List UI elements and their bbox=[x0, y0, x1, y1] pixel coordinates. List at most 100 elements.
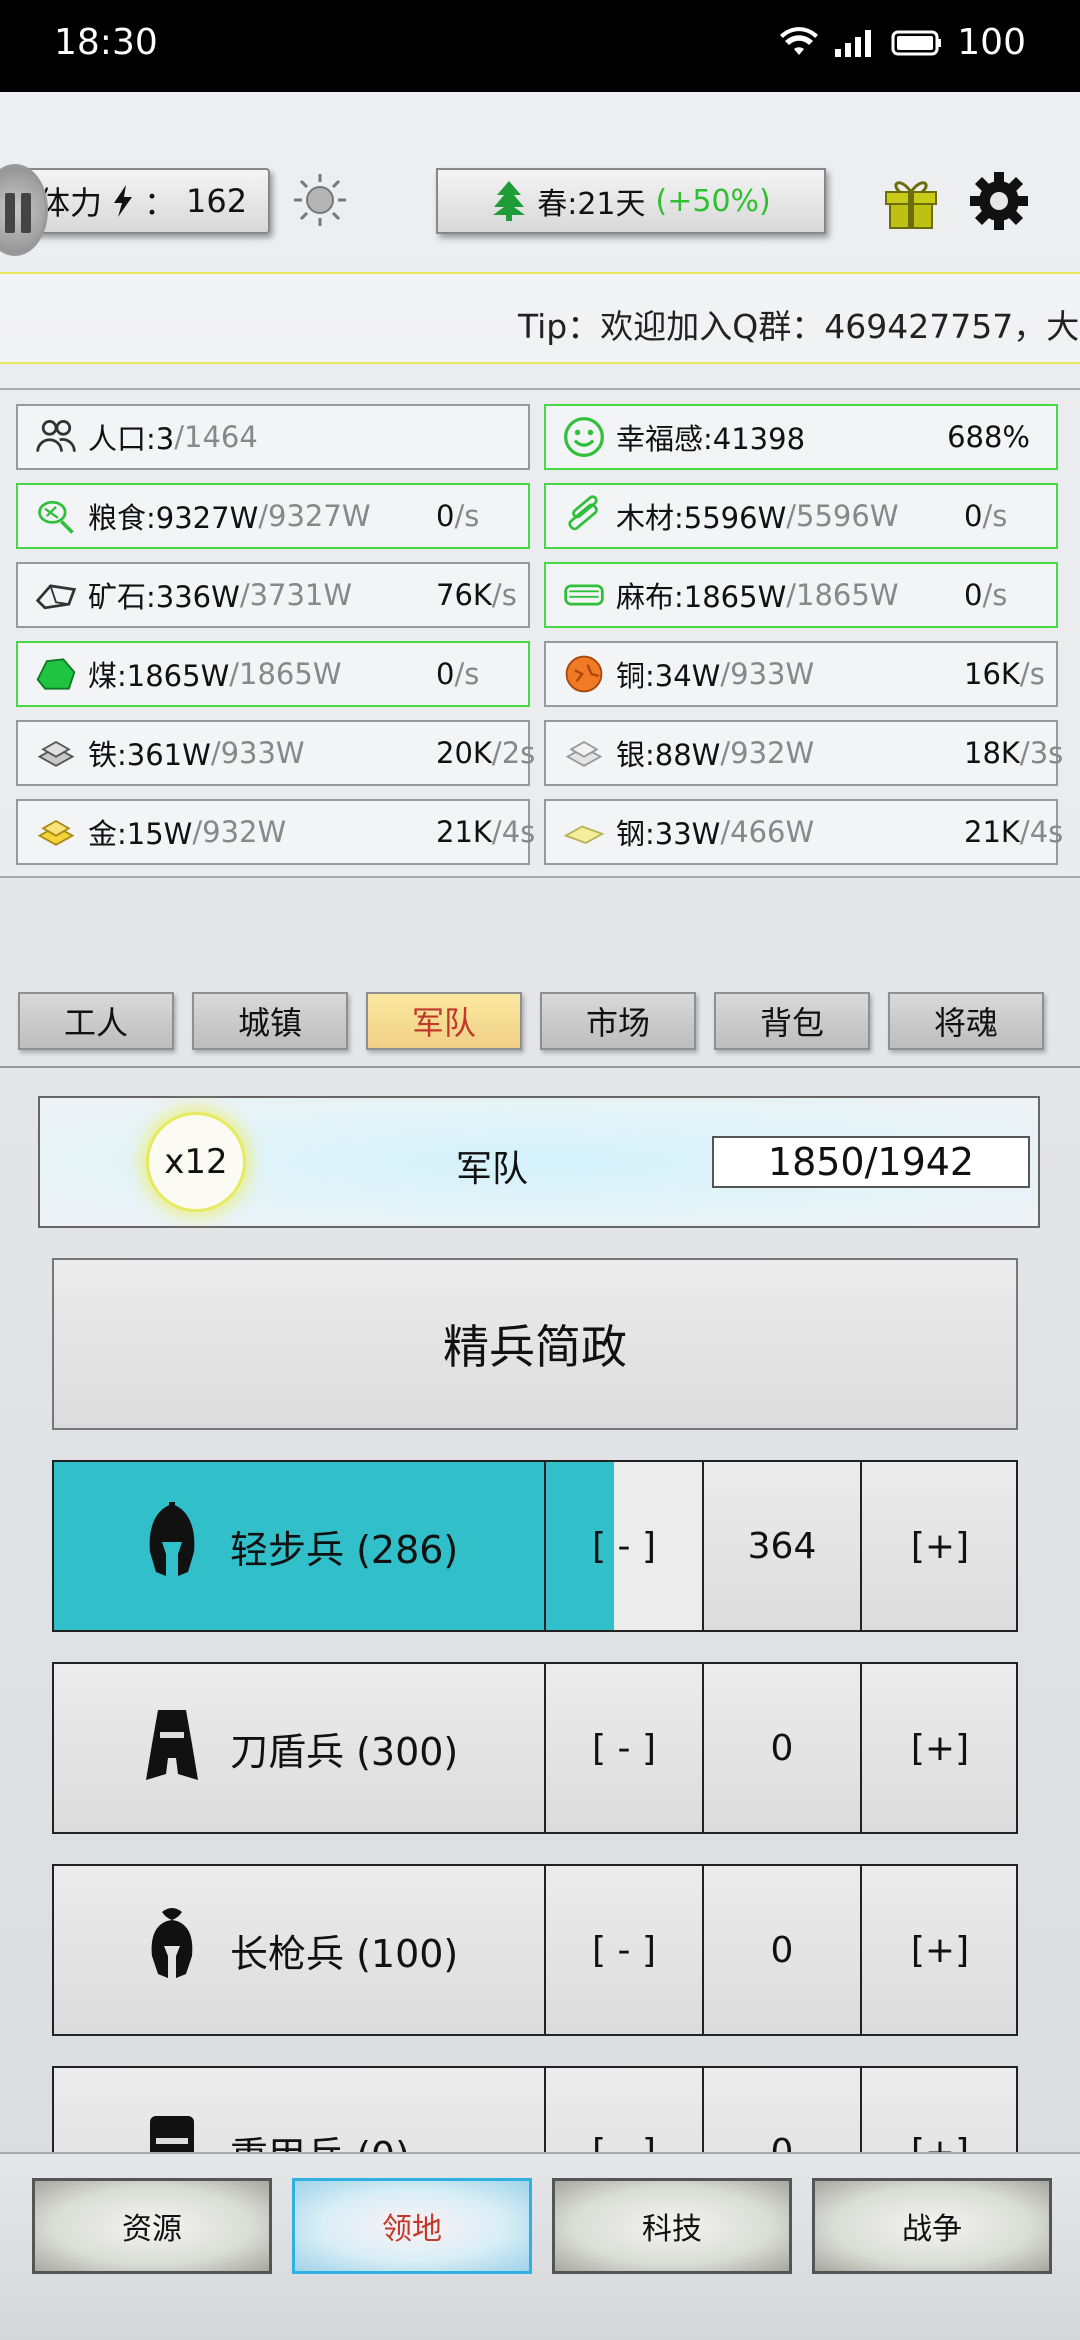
unit-row[interactable]: 长枪兵 (100) [ - ] 0 [+] bbox=[52, 1864, 1018, 2036]
army-content: x12 军队 1850/1942 精兵简政 轻步兵 (286)[ - ] 364[… bbox=[0, 1066, 1080, 2152]
grain-icon bbox=[32, 492, 80, 540]
resource-rate: 0/s bbox=[436, 657, 479, 691]
gold-icon bbox=[32, 808, 80, 856]
resource-rate: 0/s bbox=[964, 578, 1007, 612]
resource-ore[interactable]: 矿石:336W/3731W 76K/s bbox=[16, 562, 530, 628]
nav-button-3[interactable]: 战争 bbox=[812, 2178, 1052, 2274]
battery-icon bbox=[891, 30, 942, 55]
unit-increase-button[interactable]: [+] bbox=[860, 1664, 1018, 1832]
unit-decrease-button[interactable]: [ - ] bbox=[544, 2068, 702, 2152]
unit-increase-button[interactable]: [+] bbox=[860, 1462, 1018, 1630]
resource-steel[interactable]: 钢:33W/466W 21K/4s bbox=[544, 799, 1063, 865]
unit-label[interactable]: 长枪兵 (100) bbox=[54, 1866, 544, 2034]
resource-name: 金:15W bbox=[88, 817, 193, 851]
resource-panel: 人口:3/1464 幸福感:41398 688% 粮食:9327W/9327W 0/s 木… bbox=[0, 388, 1080, 878]
resource-smile[interactable]: 幸福感:41398 688% bbox=[544, 404, 1058, 470]
cloth-icon bbox=[560, 571, 608, 619]
tab-1[interactable]: 城镇 bbox=[192, 992, 348, 1050]
rate-period: /s bbox=[982, 499, 1008, 533]
tab-0[interactable]: 工人 bbox=[18, 992, 174, 1050]
rate-value: 0 bbox=[964, 499, 983, 533]
wood-icon bbox=[560, 492, 608, 540]
unit-decrease-button[interactable]: [ - ] bbox=[544, 1462, 702, 1630]
rate-period: /4s bbox=[1019, 815, 1064, 849]
nav-button-0[interactable]: 资源 bbox=[32, 2178, 272, 2274]
unit-label[interactable]: 轻步兵 (286) bbox=[54, 1462, 544, 1630]
gear-icon[interactable] bbox=[968, 170, 1030, 232]
rate-value: 0 bbox=[436, 499, 455, 533]
resource-silver[interactable]: 银:88W/932W 18K/3s bbox=[544, 720, 1063, 786]
resource-cap: /933W bbox=[720, 657, 815, 691]
unit-name: 长枪兵 (100) bbox=[230, 1931, 459, 1976]
nav-button-1[interactable]: 领地 bbox=[292, 2178, 532, 2274]
resource-grain[interactable]: 粮食:9327W/9327W 0/s bbox=[16, 483, 530, 549]
unit-name: 轻步兵 (286) bbox=[230, 1527, 459, 1572]
resource-coal[interactable]: 煤:1865W/1865W 0/s bbox=[16, 641, 530, 707]
unit-label[interactable]: 刀盾兵 (300) bbox=[54, 1664, 544, 1832]
status-bar: 18:30 100 bbox=[0, 0, 1080, 92]
policy-button[interactable]: 精兵简政 bbox=[52, 1258, 1018, 1430]
season-panel[interactable]: 春:21天 (+50%) bbox=[436, 168, 826, 234]
resource-cap: /5596W bbox=[786, 499, 899, 533]
tip-text: Tip：欢迎加入Q群：469427757，大 bbox=[518, 307, 1080, 346]
unit-row[interactable]: 刀盾兵 (300) [ - ] 0 [+] bbox=[52, 1662, 1018, 1834]
unit-increase-button[interactable]: [+] bbox=[860, 2068, 1018, 2152]
resource-name: 幸福感:41398 bbox=[616, 422, 806, 456]
tip-marquee: Tip：欢迎加入Q群：469427757，大 bbox=[0, 272, 1080, 364]
resource-name: 麻布:1865W bbox=[616, 580, 787, 614]
wifi-icon bbox=[780, 26, 819, 55]
resource-name: 人口:3 bbox=[88, 422, 175, 456]
energy-panel[interactable]: 体力 ： 162 bbox=[20, 168, 270, 234]
ore-icon bbox=[32, 571, 80, 619]
gift-icon[interactable] bbox=[882, 172, 940, 230]
unit-decrease-button[interactable]: [ - ] bbox=[544, 1866, 702, 2034]
resource-rate: 18K/3s bbox=[964, 736, 1063, 770]
smile-icon bbox=[560, 413, 608, 461]
pause-icon bbox=[5, 193, 15, 233]
multiplier-button[interactable]: x12 bbox=[146, 1112, 246, 1212]
signal-icon bbox=[835, 29, 872, 57]
resource-copper[interactable]: 铜:34W/933W 16K/s bbox=[544, 641, 1058, 707]
steel-icon bbox=[560, 808, 608, 856]
tab-4[interactable]: 背包 bbox=[714, 992, 870, 1050]
unit-row[interactable]: 轻步兵 (286) [ - ] 364 [+] bbox=[52, 1460, 1018, 1632]
resource-name: 矿石:336W bbox=[88, 580, 240, 614]
unit-label[interactable]: 重甲兵 (0) bbox=[54, 2068, 544, 2152]
season-bonus: (+50%) bbox=[655, 183, 771, 219]
resource-cap: /933W bbox=[210, 736, 305, 770]
resource-people[interactable]: 人口:3/1464 bbox=[16, 404, 530, 470]
rate-value: 21K bbox=[964, 815, 1020, 849]
rate-period: /s bbox=[491, 578, 517, 612]
energy-value: 162 bbox=[186, 182, 248, 220]
coal-icon bbox=[32, 650, 80, 698]
unit-decrease-button[interactable]: [ - ] bbox=[544, 1664, 702, 1832]
resource-rate: 21K/4s bbox=[436, 815, 535, 849]
resource-cap: /932W bbox=[192, 815, 287, 849]
nav-button-2[interactable]: 科技 bbox=[552, 2178, 792, 2274]
rate-period: /s bbox=[982, 578, 1008, 612]
resource-iron[interactable]: 铁:361W/933W 20K/2s bbox=[16, 720, 535, 786]
rate-value: 16K bbox=[964, 657, 1020, 691]
resource-rate: 0/s bbox=[436, 499, 479, 533]
resource-cap: /1865W bbox=[786, 578, 899, 612]
energy-sep: ： bbox=[144, 184, 177, 222]
unit-amount: 0 bbox=[702, 1664, 860, 1832]
tab-5[interactable]: 将魂 bbox=[888, 992, 1044, 1050]
resource-name: 银:88W bbox=[616, 738, 721, 772]
tab-3[interactable]: 市场 bbox=[540, 992, 696, 1050]
rate-value: 21K bbox=[436, 815, 492, 849]
resource-cap: /466W bbox=[720, 815, 815, 849]
resource-wood[interactable]: 木材:5596W/5596W 0/s bbox=[544, 483, 1058, 549]
iron-icon bbox=[32, 729, 80, 777]
unit-increase-button[interactable]: [+] bbox=[860, 1866, 1018, 2034]
tab-2[interactable]: 军队 bbox=[366, 992, 522, 1050]
resource-cap: /1464 bbox=[174, 420, 258, 454]
resource-cap: /1865W bbox=[229, 657, 342, 691]
resource-gold[interactable]: 金:15W/932W 21K/4s bbox=[16, 799, 535, 865]
unit-row[interactable]: 重甲兵 (0) [ - ]0[+] bbox=[52, 2066, 1018, 2152]
resource-name: 煤:1865W bbox=[88, 659, 230, 693]
resource-cloth[interactable]: 麻布:1865W/1865W 0/s bbox=[544, 562, 1058, 628]
resource-name: 钢:33W bbox=[616, 817, 721, 851]
resource-cap: /3731W bbox=[239, 578, 353, 612]
resource-name: 铁:361W bbox=[88, 738, 211, 772]
